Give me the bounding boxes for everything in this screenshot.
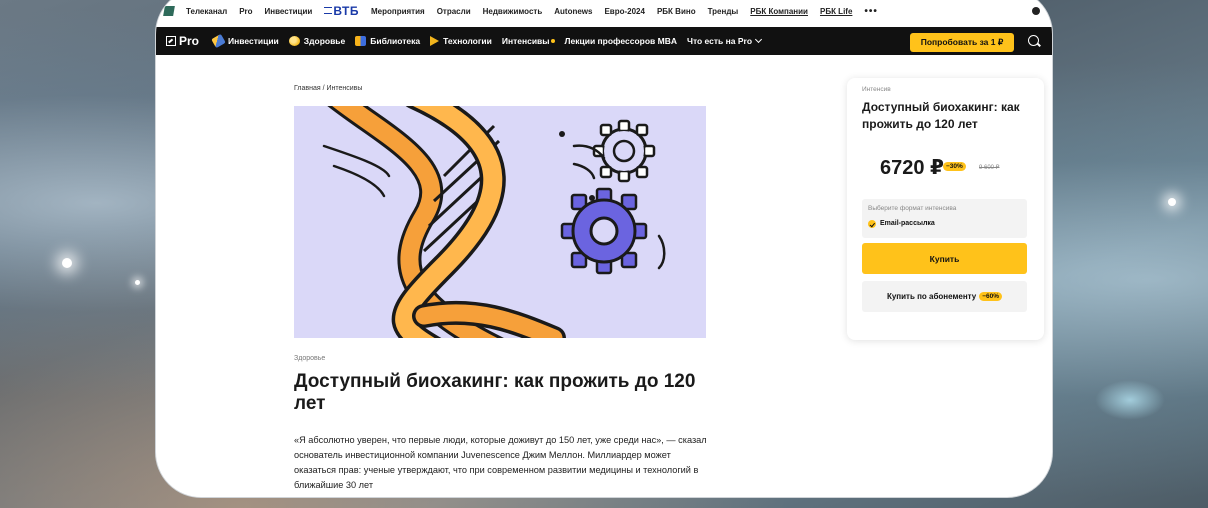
price: 6720 ₽ — [880, 157, 944, 179]
topnav-events[interactable]: Мероприятия — [371, 7, 425, 16]
format-label: Выберите формат интенсива — [868, 205, 957, 212]
light-spot — [135, 280, 140, 285]
rocket-icon — [211, 33, 226, 49]
nav-label: Что есть на Pro — [686, 36, 753, 46]
try-for-1-ruble-button[interactable]: Попробовать за 1 ₽ — [910, 33, 1014, 52]
book-icon — [355, 36, 367, 46]
pro-logo[interactable]: Pro — [166, 34, 199, 48]
arrow-icon — [430, 36, 440, 46]
nav-label: Здоровье — [303, 36, 346, 46]
subscription-button-label: Купить по абонементу — [886, 292, 977, 301]
light-spot — [62, 258, 72, 268]
vtb-sponsor-logo[interactable]: ВТБ — [324, 4, 359, 18]
card-kicker: Интенсив — [862, 86, 891, 93]
vtb-label: ВТБ — [333, 4, 359, 18]
topnav-industries[interactable]: Отрасли — [437, 7, 471, 16]
card-title: Доступный биохакинг: как прожить до 120 … — [862, 100, 1020, 131]
dna-gears-illustration — [322, 106, 666, 338]
nav-library[interactable]: Библиотека — [355, 36, 420, 46]
light-spot — [1095, 380, 1165, 420]
purchase-card: Интенсив Доступный биохакинг: как прожит… — [847, 78, 1044, 340]
topnav-investments[interactable]: Инвестиции — [265, 7, 313, 16]
topnav-realty[interactable]: Недвижимость — [483, 7, 543, 16]
pro-navbar: Pro Инвестиции Здоровье Библиотека Техно… — [156, 27, 1052, 55]
nav-technology[interactable]: Технологии — [430, 36, 492, 46]
browser-frame: Телеканал Pro Инвестиции ВТБ Мероприятия… — [155, 0, 1053, 498]
nav-whats-on-pro[interactable]: Что есть на Pro — [686, 35, 763, 46]
hero-illustration — [294, 106, 706, 338]
topnav-pro[interactable]: Pro — [239, 7, 252, 16]
subscription-discount-badge: −60% — [979, 292, 1003, 301]
small-gear-icon — [592, 119, 656, 183]
more-menu-icon[interactable]: ••• — [864, 6, 878, 17]
old-price: 9 600 ₽ — [979, 165, 1000, 171]
user-icon[interactable] — [1032, 7, 1040, 15]
topnav-life[interactable]: РБК Life — [820, 7, 852, 16]
nav-intensives[interactable]: Интенсивы — [502, 36, 555, 46]
vtb-lines-icon — [324, 7, 333, 14]
format-option-email[interactable]: Email-рассылка — [880, 220, 935, 227]
discount-badge: −30% — [943, 162, 966, 171]
topnav-companies[interactable]: РБК Компании — [750, 7, 808, 16]
format-selector[interactable]: Выберите формат интенсива Email-рассылка — [862, 199, 1027, 238]
article-lead: «Я абсолютно уверен, что первые люди, ко… — [294, 435, 707, 490]
nav-label: Технологии — [443, 36, 492, 46]
buy-button[interactable]: Купить — [862, 243, 1027, 274]
top-navigation: Телеканал Pro Инвестиции ВТБ Мероприятия… — [156, 1, 1052, 21]
large-gear-icon — [560, 187, 648, 275]
search-icon[interactable] — [1028, 35, 1039, 46]
breadcrumb[interactable]: Главная / Интенсивы — [294, 85, 362, 92]
check-icon[interactable] — [868, 220, 876, 228]
topnav-trends[interactable]: Тренды — [708, 7, 739, 16]
topnav-tv[interactable]: Телеканал — [186, 7, 227, 16]
nav-health[interactable]: Здоровье — [288, 36, 346, 46]
article-title: Доступный биохакинг: как прожить до 120 … — [294, 371, 696, 414]
nav-mba-lectures[interactable]: Лекции профессоров MBA — [565, 36, 677, 46]
chevron-down-icon — [754, 35, 763, 44]
topnav-wine[interactable]: РБК Вино — [657, 7, 696, 16]
nav-label: Инвестиции — [228, 36, 279, 46]
light-spot — [1168, 198, 1176, 206]
pro-logo-label: Pro — [179, 34, 200, 48]
article-category[interactable]: Здоровье — [294, 355, 325, 362]
nav-label: Библиотека — [370, 36, 421, 46]
nav-investments[interactable]: Инвестиции — [211, 33, 279, 49]
nav-label: Интенсивы — [501, 36, 550, 46]
health-icon — [288, 36, 300, 46]
new-indicator-dot — [550, 39, 555, 43]
nav-label: Лекции профессоров MBA — [564, 36, 677, 46]
rbc-logo-icon[interactable] — [163, 6, 175, 16]
topnav-autonews[interactable]: Autonews — [554, 7, 592, 16]
pro-logo-icon — [166, 36, 176, 46]
buy-with-subscription-button[interactable]: Купить по абонементу −60% — [862, 281, 1027, 312]
topnav-euro[interactable]: Евро-2024 — [604, 7, 645, 16]
